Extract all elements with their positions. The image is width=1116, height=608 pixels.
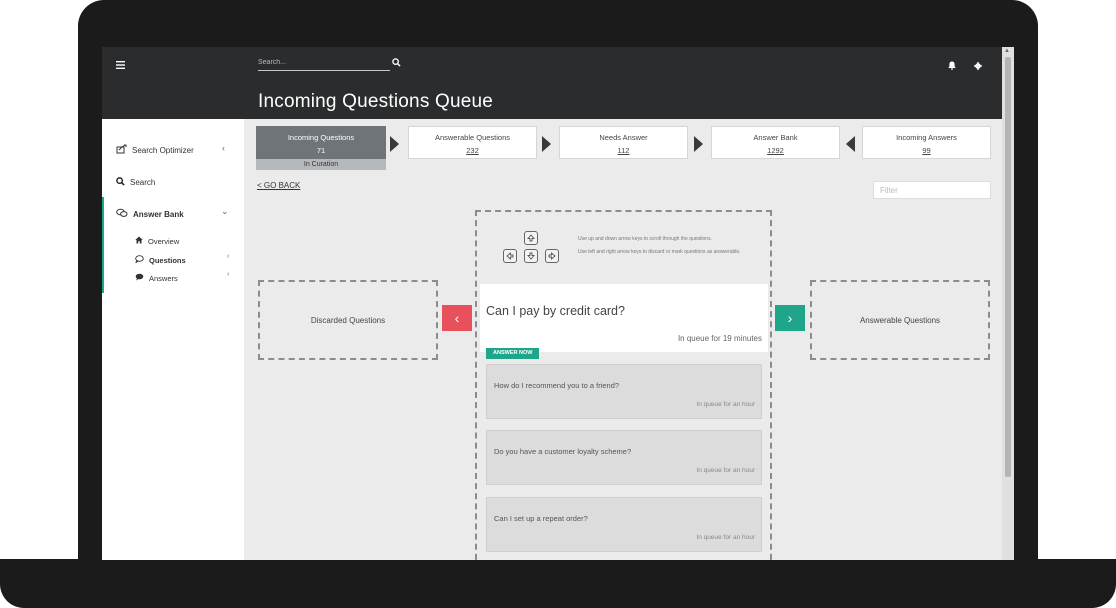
mark-answerable-button[interactable]: ›	[775, 305, 805, 331]
step-label: Answerable Questions	[434, 133, 511, 142]
sidebar-item-search[interactable]: Search	[116, 177, 155, 188]
filter-input[interactable]	[873, 181, 991, 199]
hamburger-menu-icon[interactable]	[116, 57, 125, 72]
step-answer-bank[interactable]: Answer Bank 1292	[711, 126, 840, 159]
current-question-card[interactable]: Can I pay by credit card? In queue for 1…	[480, 284, 768, 352]
scrollbar[interactable]: ▲	[1002, 47, 1014, 560]
sidebar-item-label: Answer Bank	[133, 209, 184, 219]
page-title: Incoming Questions Queue	[258, 91, 494, 112]
step-label: Needs Answer	[599, 133, 648, 142]
sidebar-item-label: Search Optimizer	[132, 145, 194, 155]
list-item[interactable]: Do you have a customer loyalty scheme? I…	[486, 430, 762, 485]
arrow-right-icon	[694, 136, 703, 152]
step-count: 112	[617, 146, 630, 155]
step-label: Incoming Questions	[287, 133, 355, 142]
chevron-right-icon: ›	[787, 310, 793, 326]
chat-bubbles-icon	[116, 208, 128, 220]
list-item[interactable]: Can I set up a repeat order? In queue fo…	[486, 497, 762, 552]
zone-label: Discarded Questions	[310, 315, 386, 325]
zone-label: Answerable Questions	[859, 315, 941, 325]
step-count: 71	[316, 146, 326, 155]
sidebar-item-label: Questions	[149, 255, 186, 265]
sidebar-item-label: Answers	[149, 273, 178, 283]
search-box	[258, 55, 390, 71]
speech-bubble-filled-icon	[135, 273, 144, 283]
question-text: Can I pay by credit card?	[486, 304, 625, 318]
sidebar-active-indicator	[102, 197, 104, 293]
help-text-vertical: Use up and down arrow keys to scroll thr…	[578, 236, 712, 242]
arrow-up-key-icon	[524, 231, 538, 245]
search-icon	[116, 177, 125, 188]
help-text-horizontal: Use left and right arrow keys to discard…	[578, 249, 741, 255]
arrow-left-icon	[846, 136, 855, 152]
step-incoming-answers[interactable]: Incoming Answers 99	[862, 126, 991, 159]
sidebar-subitem-overview[interactable]: Overview	[135, 236, 179, 246]
arrow-right-icon	[542, 136, 551, 152]
queue-time: In queue for an hour	[696, 401, 755, 408]
sidebar-subitem-questions[interactable]: Questions	[134, 255, 186, 265]
bell-icon[interactable]	[948, 57, 956, 75]
discarded-questions-zone[interactable]: Discarded Questions	[258, 280, 438, 360]
step-answerable-questions[interactable]: Answerable Questions 232	[408, 126, 537, 159]
discard-button[interactable]: ‹	[442, 305, 472, 331]
sidebar-item-search-optimizer[interactable]: Search Optimizer	[116, 144, 194, 156]
question-text: Can I set up a repeat order?	[494, 514, 588, 523]
scrollbar-thumb[interactable]	[1005, 57, 1011, 477]
laptop-base	[0, 559, 1116, 608]
queue-time: In queue for an hour	[696, 467, 755, 474]
step-incoming-questions[interactable]: Incoming Questions 71	[256, 126, 386, 159]
arrow-down-key-icon	[524, 249, 538, 263]
step-count: 99	[922, 146, 931, 155]
search-optimizer-icon	[116, 144, 127, 156]
chevron-left-icon[interactable]: ‹	[227, 253, 229, 260]
question-text: Do you have a customer loyalty scheme?	[494, 447, 632, 456]
search-input[interactable]	[258, 55, 378, 69]
step-needs-answer[interactable]: Needs Answer 112	[559, 126, 688, 159]
chevron-left-icon[interactable]: ‹	[222, 143, 225, 153]
step-count: 232	[466, 146, 479, 155]
app-screen: Incoming Questions Queue Search Optimize…	[102, 47, 1014, 560]
sidebar-subitem-answers[interactable]: Answers	[135, 273, 178, 283]
speech-bubble-outline-icon	[134, 255, 144, 265]
arrow-left-key-icon	[503, 249, 517, 263]
answer-now-button[interactable]: ANSWER NOW	[486, 348, 540, 359]
chevron-left-icon[interactable]: ‹	[227, 271, 229, 278]
question-text: How do I recommend you to a friend?	[494, 381, 620, 390]
scroll-up-icon[interactable]: ▲	[1004, 48, 1010, 54]
go-back-link[interactable]: < GO BACK	[257, 181, 300, 190]
chevron-left-icon: <	[257, 181, 264, 190]
chevron-down-icon[interactable]: ⌄	[221, 206, 229, 217]
home-icon	[135, 236, 143, 246]
sidebar: Search Optimizer ‹ Search Answer Bank ⌄ …	[102, 119, 244, 560]
sidebar-item-label: Overview	[148, 236, 180, 246]
sidebar-item-answer-bank[interactable]: Answer Bank	[116, 208, 184, 220]
queue-time: In queue for an hour	[696, 534, 755, 541]
list-item[interactable]: How do I recommend you to a friend? In q…	[486, 364, 762, 419]
step-count: 1292	[767, 146, 784, 155]
arrow-right-icon	[390, 136, 399, 152]
step-substatus: In Curation	[256, 159, 386, 170]
search-icon[interactable]	[392, 54, 401, 72]
step-label: Incoming Answers	[896, 133, 957, 142]
arrow-right-key-icon	[545, 249, 559, 263]
chevron-left-icon: ‹	[454, 310, 460, 326]
gear-icon[interactable]	[974, 57, 982, 75]
answerable-questions-zone[interactable]: Answerable Questions	[810, 280, 990, 360]
top-bar: Incoming Questions Queue	[102, 47, 1002, 119]
step-label: Answer Bank	[753, 133, 798, 142]
go-back-label: GO BACK	[263, 181, 301, 190]
queue-time: In queue for 19 minutes	[677, 334, 762, 343]
sidebar-item-label: Search	[130, 178, 156, 187]
